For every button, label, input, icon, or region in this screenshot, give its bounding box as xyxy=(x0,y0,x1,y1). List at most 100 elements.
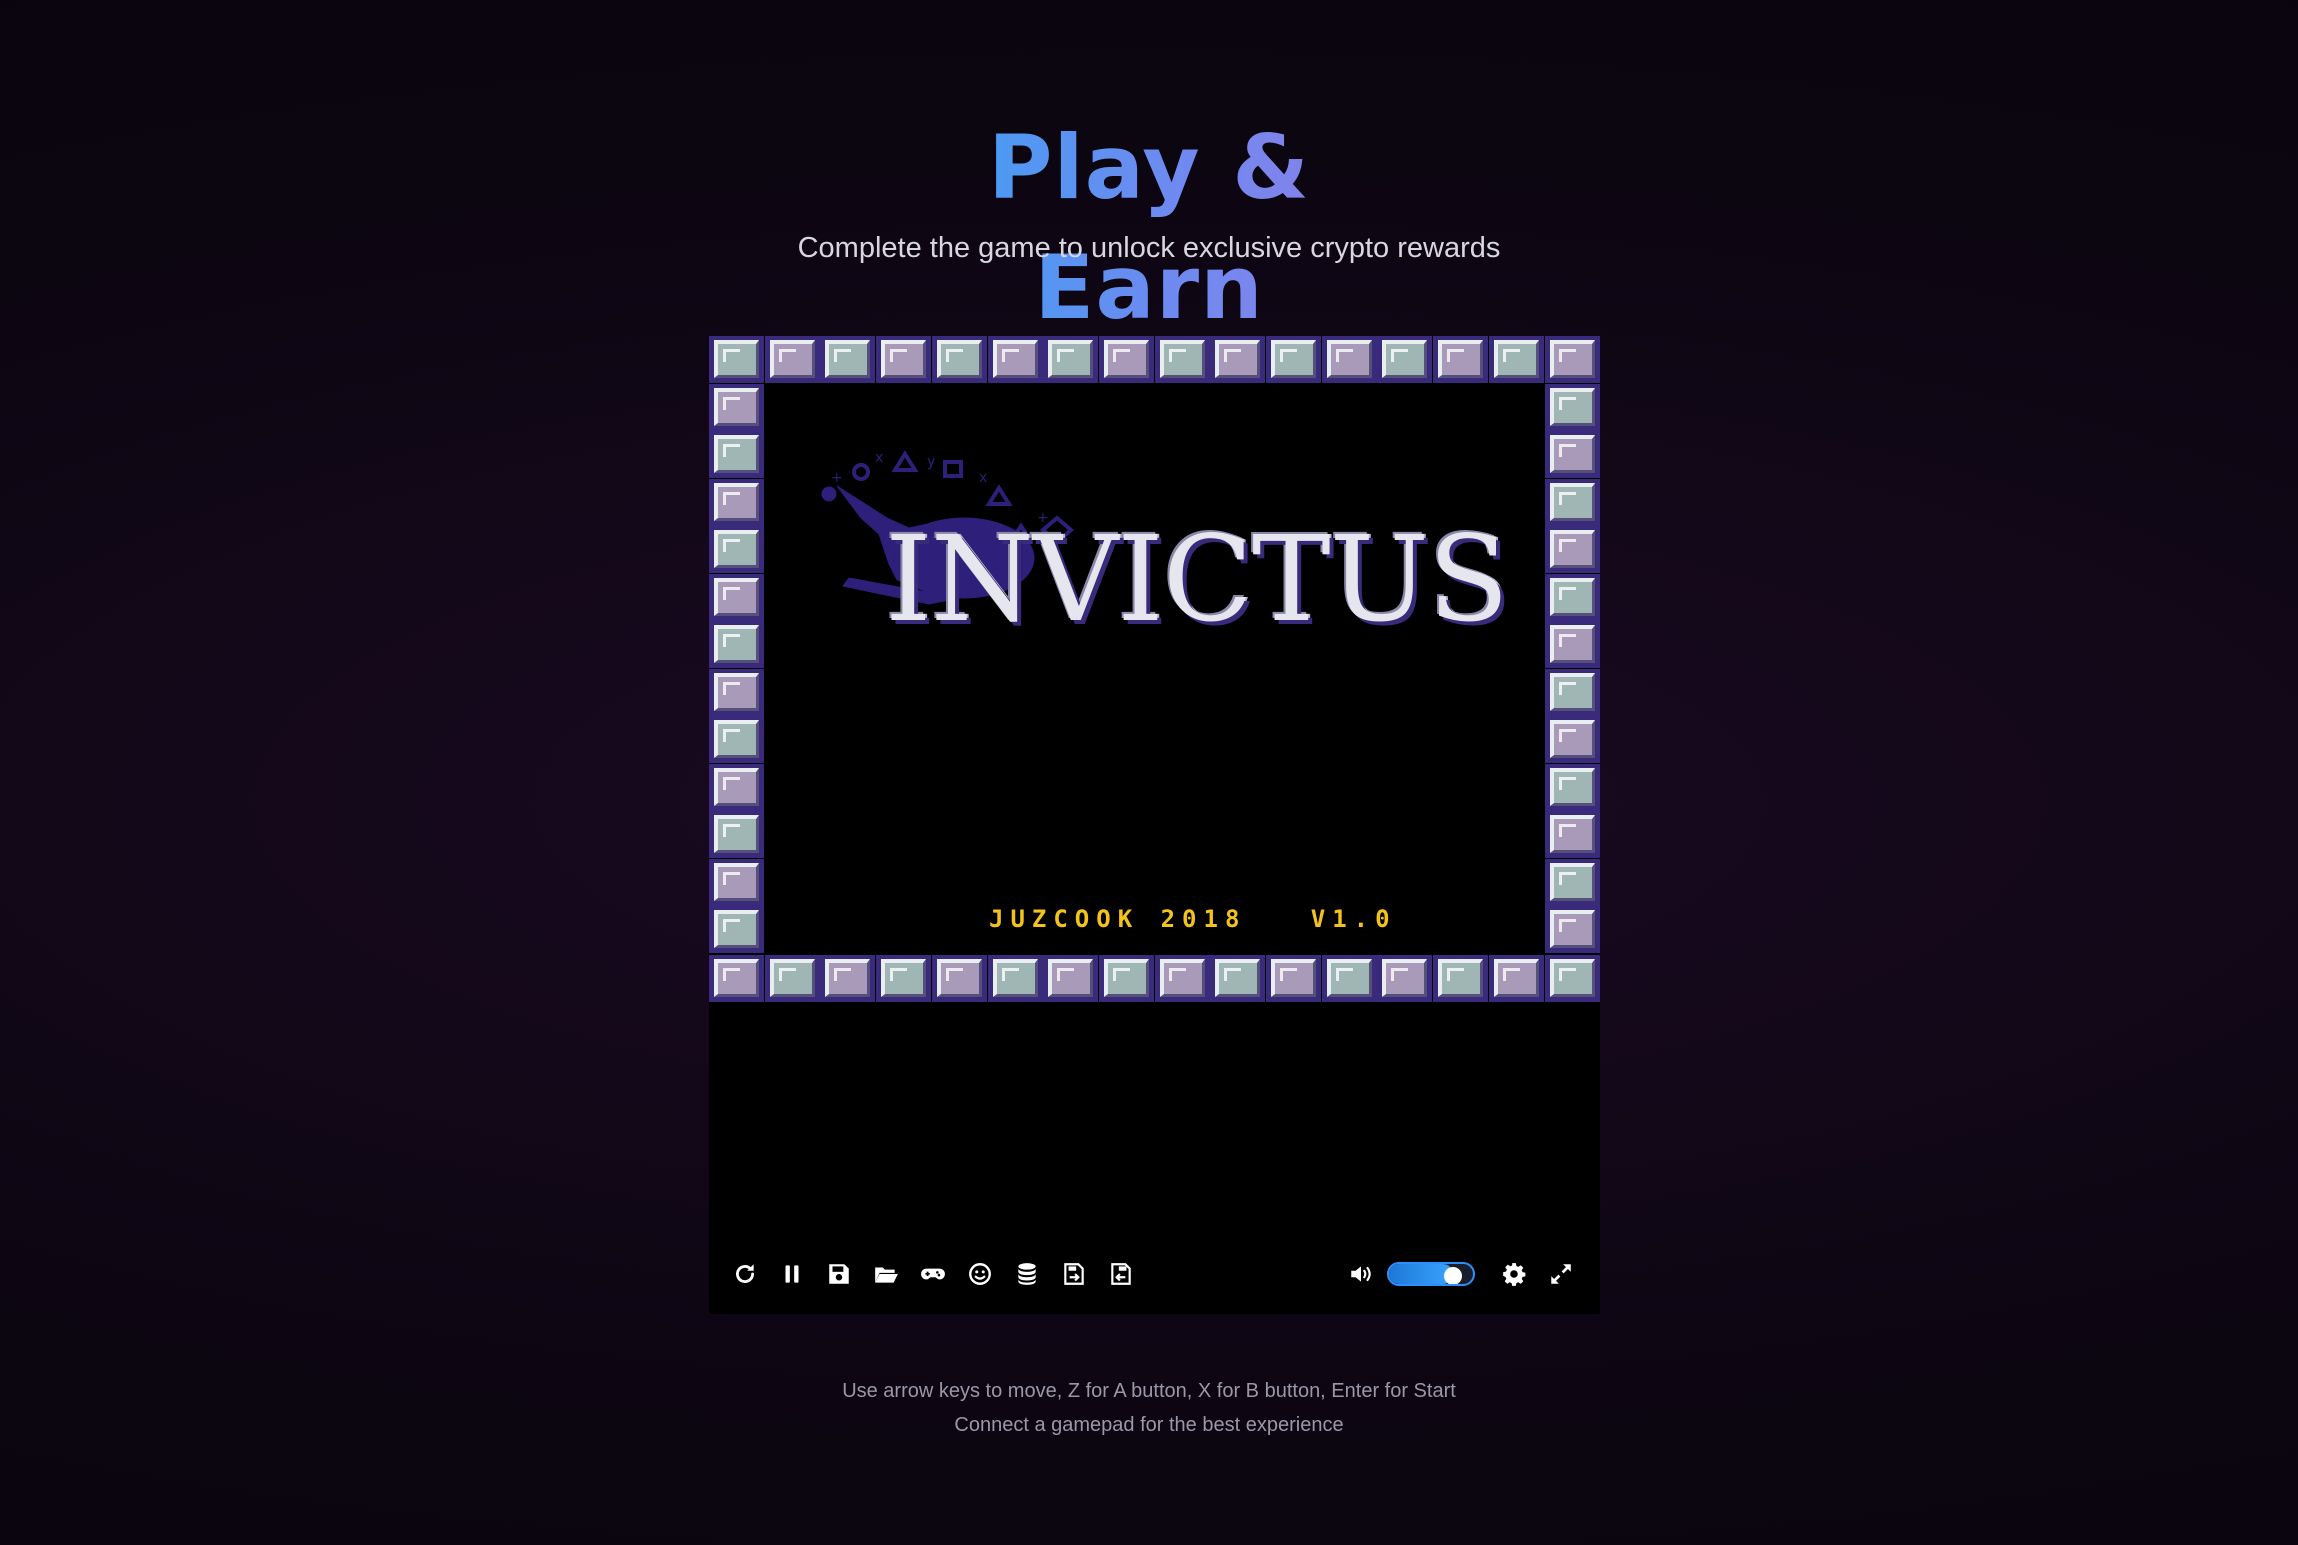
border-brick-face xyxy=(714,578,759,616)
border-brick-face xyxy=(714,483,759,521)
border-brick-face xyxy=(714,959,759,997)
controls-hint: Use arrow keys to move, Z for A button, … xyxy=(842,1380,1456,1402)
svg-text:y: y xyxy=(927,454,935,470)
settings-button[interactable] xyxy=(1496,1256,1532,1292)
border-brick-face xyxy=(825,340,870,378)
border-brick xyxy=(709,479,764,526)
border-brick xyxy=(1545,716,1600,763)
border-brick-face xyxy=(1215,959,1260,997)
border-brick xyxy=(1155,955,1210,1002)
border-brick xyxy=(932,955,987,1002)
gamepad-hint: Connect a gamepad for the best experienc… xyxy=(954,1414,1344,1436)
border-brick xyxy=(1099,336,1154,383)
border-brick-face xyxy=(993,340,1038,378)
import-save-button[interactable] xyxy=(1103,1256,1139,1292)
border-brick xyxy=(1545,431,1600,478)
border-brick-face xyxy=(881,959,926,997)
border-brick xyxy=(1545,859,1600,906)
border-brick xyxy=(765,955,820,1002)
border-brick-face xyxy=(714,720,759,758)
border-brick-face xyxy=(714,815,759,853)
svg-text:+: + xyxy=(831,470,843,486)
border-brick-face xyxy=(993,959,1038,997)
border-brick xyxy=(1433,955,1488,1002)
restart-icon xyxy=(736,1264,754,1283)
pause-button[interactable] xyxy=(774,1256,810,1292)
border-brick-face xyxy=(1550,910,1595,948)
export-save-button[interactable] xyxy=(1056,1256,1092,1292)
border-brick-face xyxy=(1271,340,1316,378)
gamepad-icon xyxy=(921,1268,945,1280)
border-brick-face xyxy=(1550,578,1595,616)
emulator-container: x y x + + INVICTUS JUZCOOK 2018 V1.0 xyxy=(709,336,1600,1314)
border-brick-face xyxy=(1048,959,1093,997)
border-brick xyxy=(1433,336,1488,383)
pause-icon xyxy=(785,1265,799,1283)
page-subtitle: Complete the game to unlock exclusive cr… xyxy=(797,232,1501,264)
border-brick-face xyxy=(825,959,870,997)
border-brick-face xyxy=(1550,530,1595,568)
border-brick xyxy=(932,336,987,383)
page-title: Play & Earn xyxy=(919,108,1379,348)
border-brick xyxy=(1545,669,1600,716)
border-brick xyxy=(1545,384,1600,431)
mute-button[interactable] xyxy=(1343,1256,1379,1292)
border-brick-face xyxy=(1215,340,1260,378)
fullscreen-button[interactable] xyxy=(1543,1256,1579,1292)
game-credits: JUZCOOK 2018 V1.0 xyxy=(989,905,1397,933)
control-settings-button[interactable] xyxy=(915,1256,951,1292)
border-brick-face xyxy=(770,959,815,997)
load-state-icon xyxy=(875,1267,898,1283)
border-brick-face xyxy=(1550,673,1595,711)
border-brick-face xyxy=(714,863,759,901)
border-brick xyxy=(1489,955,1544,1002)
border-brick xyxy=(1210,955,1265,1002)
svg-text:x: x xyxy=(875,450,883,466)
border-brick xyxy=(988,955,1043,1002)
cache-manager-button[interactable] xyxy=(1009,1256,1045,1292)
border-brick xyxy=(1545,621,1600,668)
border-brick-face xyxy=(1550,625,1595,663)
border-brick-face xyxy=(1327,959,1372,997)
cheats-button[interactable] xyxy=(962,1256,998,1292)
border-brick-face xyxy=(1327,340,1372,378)
border-brick xyxy=(988,336,1043,383)
border-brick xyxy=(709,431,764,478)
restart-button[interactable] xyxy=(727,1256,763,1292)
border-brick xyxy=(1545,906,1600,953)
border-brick-face xyxy=(1550,483,1595,521)
border-brick-face xyxy=(1438,959,1483,997)
border-brick-face xyxy=(1271,959,1316,997)
import-save-icon xyxy=(1111,1263,1131,1285)
border-brick xyxy=(709,336,764,383)
border-brick xyxy=(1155,336,1210,383)
border-brick-face xyxy=(937,340,982,378)
game-logo-text: INVICTUS xyxy=(885,510,1509,648)
export-save-icon xyxy=(1064,1263,1084,1285)
border-brick-face xyxy=(714,530,759,568)
border-brick-face xyxy=(1550,720,1595,758)
border-brick xyxy=(820,955,875,1002)
border-brick xyxy=(1266,336,1321,383)
volume-slider[interactable] xyxy=(1387,1262,1475,1286)
border-brick xyxy=(1489,336,1544,383)
border-brick-face xyxy=(1160,340,1205,378)
load-state-button[interactable] xyxy=(868,1256,904,1292)
border-brick xyxy=(709,621,764,668)
border-brick-face xyxy=(1494,959,1539,997)
border-brick-face xyxy=(1104,340,1149,378)
emulator-toolbar xyxy=(709,1256,1600,1292)
border-brick xyxy=(709,526,764,573)
border-brick-face xyxy=(1550,435,1595,473)
border-brick xyxy=(765,336,820,383)
save-state-icon xyxy=(829,1264,849,1284)
border-brick xyxy=(1545,955,1600,1002)
volume-slider-knob[interactable] xyxy=(1444,1267,1462,1284)
border-brick-face xyxy=(1550,815,1595,853)
border-brick-face xyxy=(1438,340,1483,378)
volume-icon xyxy=(1351,1266,1371,1282)
border-brick-face xyxy=(937,959,982,997)
svg-text:x: x xyxy=(979,470,987,486)
game-canvas[interactable]: x y x + + INVICTUS JUZCOOK 2018 V1.0 xyxy=(709,336,1600,1002)
save-state-button[interactable] xyxy=(821,1256,857,1292)
